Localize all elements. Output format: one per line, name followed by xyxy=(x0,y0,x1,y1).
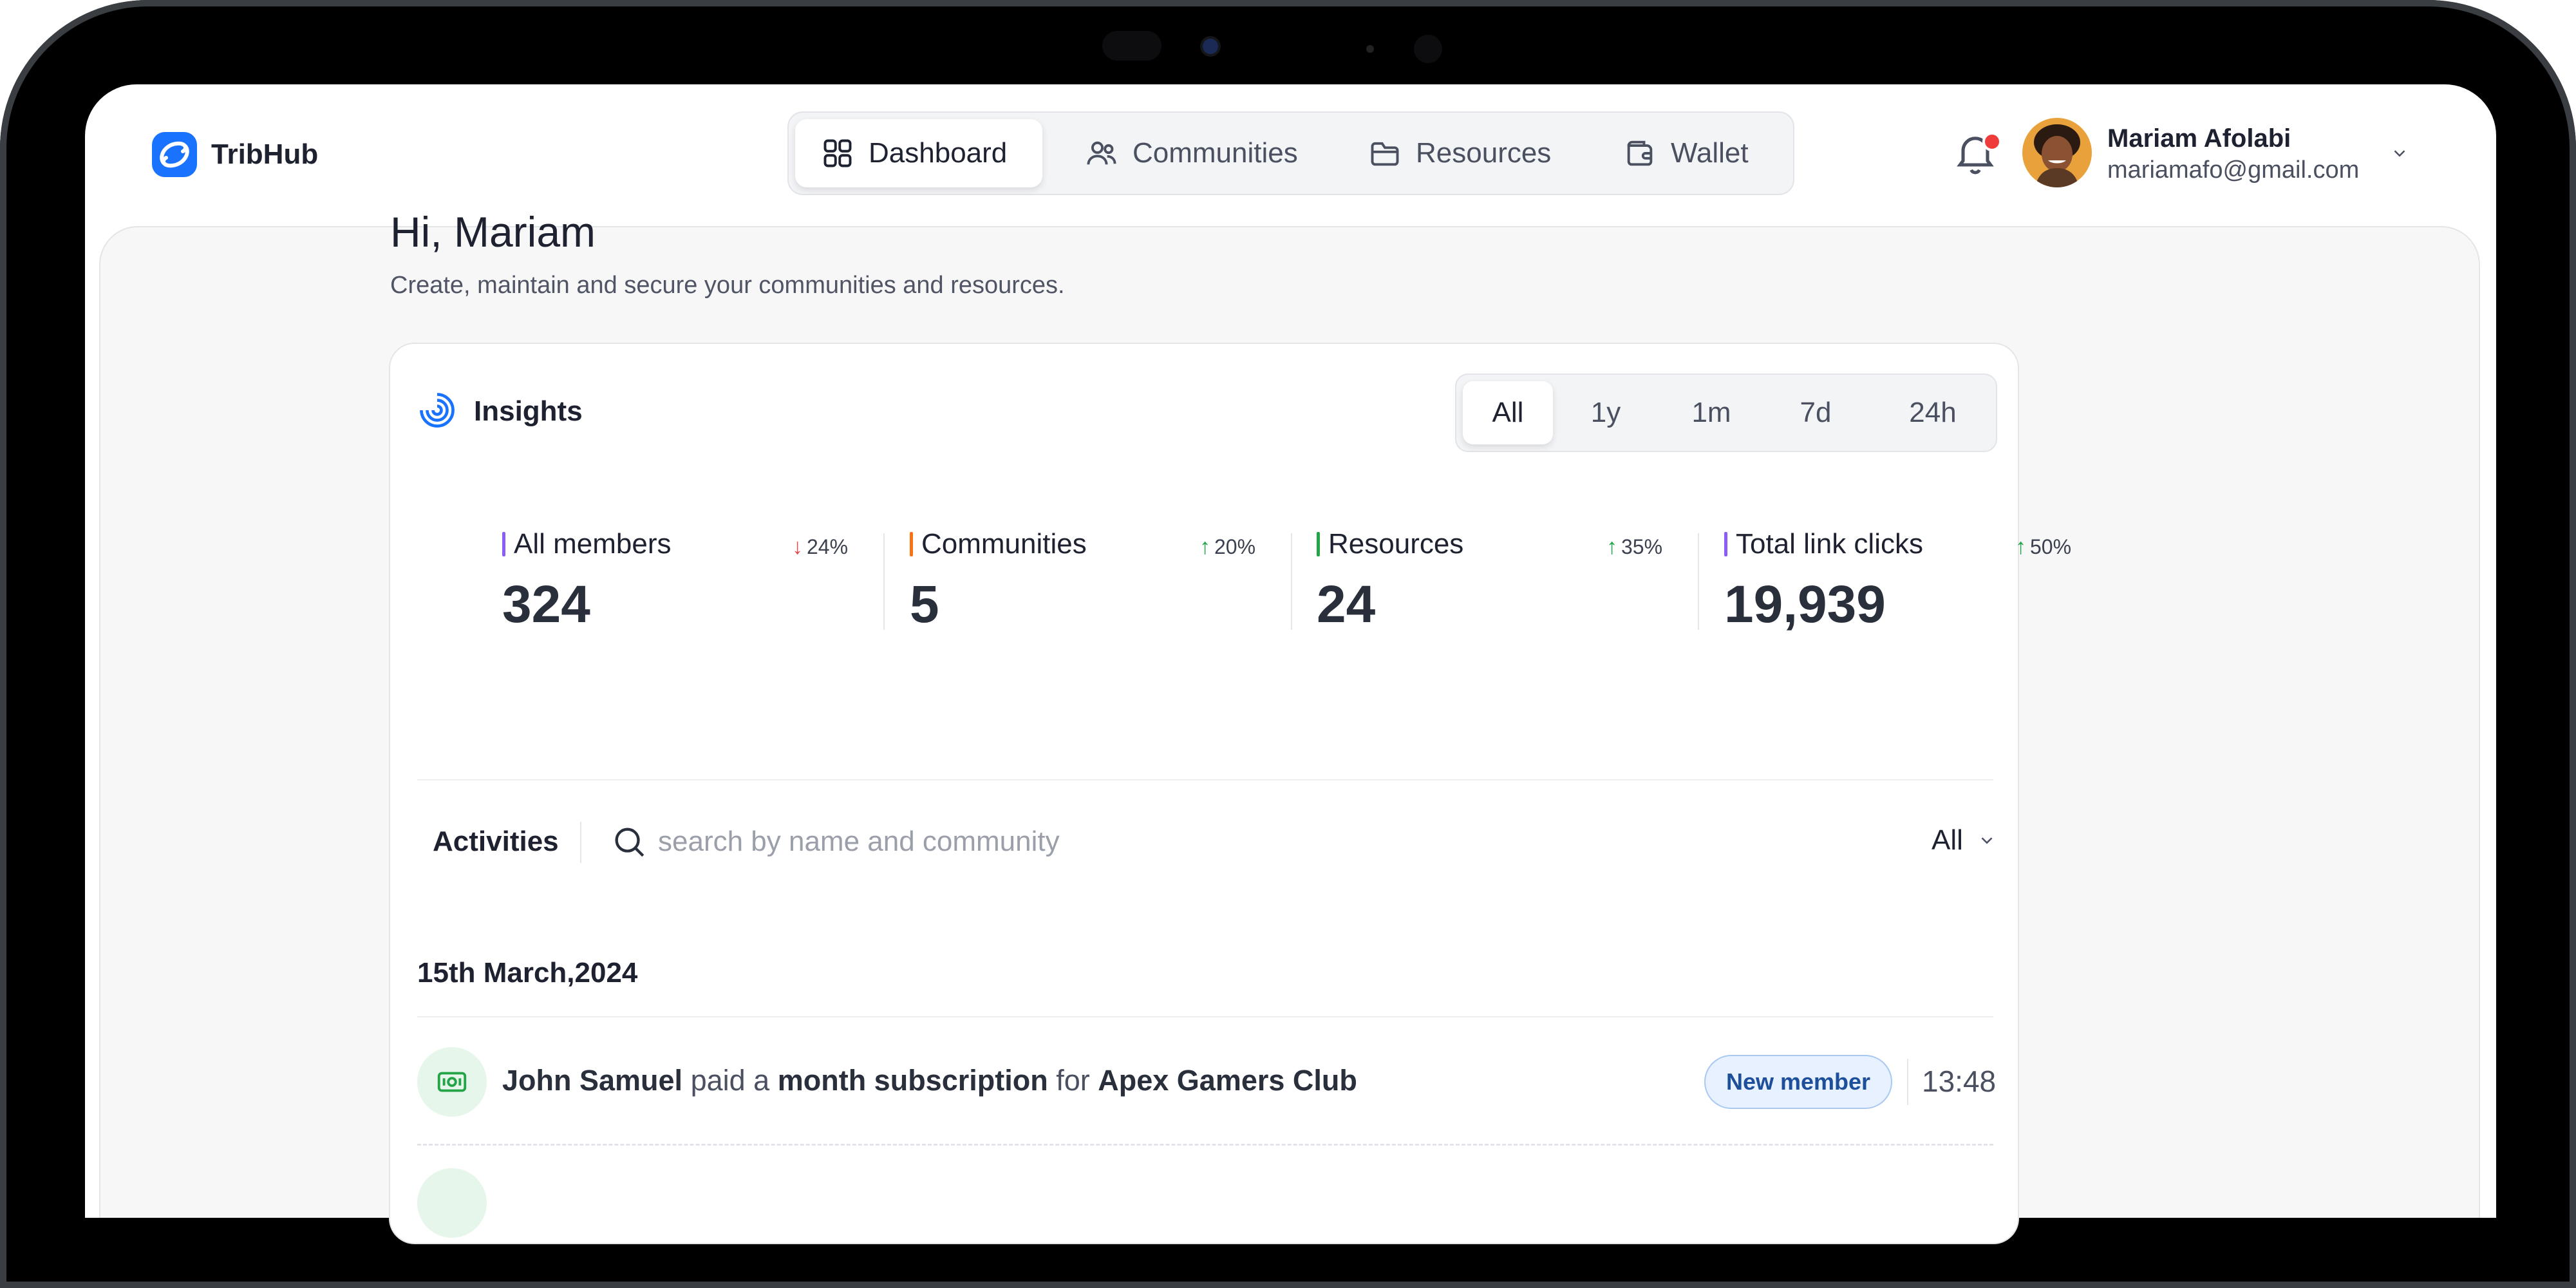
activity-icon xyxy=(417,1047,487,1117)
camera-lens xyxy=(1203,39,1218,54)
range-selector: All 1y 1m 7d 24h xyxy=(1455,374,1997,452)
search-input[interactable] xyxy=(658,819,1688,864)
arrow-up-icon: ↑ xyxy=(2015,535,2026,559)
filter-value: All xyxy=(1932,824,1963,856)
app-logo[interactable]: TribHub xyxy=(152,132,318,177)
chevron-down-icon[interactable] xyxy=(2390,144,2409,163)
range-option-1m[interactable]: 1m xyxy=(1666,381,1756,444)
page-title: Hi, Mariam xyxy=(390,208,596,256)
activity-icon-partial xyxy=(417,1168,487,1238)
user-photo xyxy=(2022,118,2092,187)
activity-time: 13:48 xyxy=(1922,1065,1997,1098)
activities-title: Activities xyxy=(433,826,559,857)
nav-tab-label: Communities xyxy=(1133,137,1298,169)
folder-icon xyxy=(1371,142,1399,166)
wallet-icon xyxy=(1627,140,1653,166)
stat-accent xyxy=(1317,532,1320,556)
stat-divider xyxy=(883,533,885,630)
nav-tab-wallet[interactable]: Wallet xyxy=(1597,119,1791,187)
insights-icon xyxy=(420,393,455,428)
stat-label: Communities xyxy=(921,528,1087,560)
stat-value: 19,939 xyxy=(1724,575,1886,634)
stat-value: 5 xyxy=(910,575,939,634)
nav-tab-dashboard[interactable]: Dashboard xyxy=(795,119,1042,187)
range-option-7d[interactable]: 7d xyxy=(1771,381,1861,444)
stat-change: ↓ 24% xyxy=(792,535,849,559)
range-option-24h[interactable]: 24h xyxy=(1881,381,1984,444)
page-subtitle: Create, maintain and secure your communi… xyxy=(390,272,1065,299)
users-icon xyxy=(1087,141,1116,165)
chevron-down-icon xyxy=(1981,837,1993,844)
stat-accent xyxy=(502,532,505,556)
stat-communities: Communities ↑ 20% 5 xyxy=(910,528,1296,657)
camera-sensor-2 xyxy=(1414,35,1442,63)
nav-tab-label: Wallet xyxy=(1671,137,1749,169)
stat-resources: Resources ↑ 35% 24 xyxy=(1317,528,1703,657)
notification-dot xyxy=(1982,132,2002,151)
arrow-up-icon: ↑ xyxy=(1199,535,1210,559)
app-name: TribHub xyxy=(211,138,319,170)
activity-verb: paid a xyxy=(690,1064,770,1097)
camera-sensor xyxy=(1102,31,1161,61)
toolbar-divider xyxy=(580,822,581,863)
status-badge: New member xyxy=(1704,1055,1892,1109)
activity-filter-dropdown[interactable]: All xyxy=(1932,824,1997,857)
stat-divider xyxy=(1698,533,1699,630)
stat-change: ↑ 20% xyxy=(1199,535,1256,559)
search-icon xyxy=(615,828,644,857)
stat-all-members: All members ↓ 24% 324 xyxy=(502,528,888,657)
row-separator xyxy=(417,1144,1993,1146)
money-icon xyxy=(437,1072,467,1092)
stat-accent xyxy=(910,532,913,556)
insights-card xyxy=(389,343,2019,1244)
activity-preposition: for xyxy=(1056,1064,1090,1097)
nav-tab-label: Resources xyxy=(1416,137,1552,169)
avatar[interactable] xyxy=(2022,118,2092,187)
nav-tab-label: Dashboard xyxy=(869,137,1008,169)
nav-tab-resources[interactable]: Resources xyxy=(1342,119,1586,187)
user-name: Mariam Afolabi xyxy=(2107,124,2291,153)
stat-label: All members xyxy=(514,528,672,560)
user-email: mariamafo@gmail.com xyxy=(2107,156,2360,184)
stat-total-link-clicks: Total link clicks ↑ 50% 19,939 xyxy=(1724,528,2111,657)
stat-label: Total link clicks xyxy=(1736,528,1923,560)
activity-description[interactable]: John Samuel paid a month subscription fo… xyxy=(502,1064,1357,1097)
stat-divider xyxy=(1291,533,1292,630)
stat-value: 324 xyxy=(502,575,590,634)
main-nav: Dashboard Communities Resources Wallet xyxy=(787,111,1794,195)
range-option-1y[interactable]: 1y xyxy=(1561,381,1651,444)
camera-indicator xyxy=(1366,45,1374,53)
activity-actor: John Samuel xyxy=(502,1064,683,1097)
stat-change: ↑ 35% xyxy=(1606,535,1663,559)
grid-icon xyxy=(823,139,852,167)
stat-value: 24 xyxy=(1317,575,1376,634)
stat-accent xyxy=(1724,532,1727,556)
nav-tab-communities[interactable]: Communities xyxy=(1059,119,1330,187)
tribhub-logo-icon xyxy=(152,132,197,177)
stat-change: ↑ 50% xyxy=(2015,535,2072,559)
stat-label: Resources xyxy=(1328,528,1464,560)
activity-object: month subscription xyxy=(777,1064,1048,1097)
arrow-down-icon: ↓ xyxy=(792,535,803,559)
activity-target: Apex Gamers Club xyxy=(1098,1064,1357,1097)
insights-title: Insights xyxy=(474,395,583,427)
range-option-all[interactable]: All xyxy=(1463,381,1553,444)
row-divider xyxy=(1907,1059,1908,1105)
activity-date-heading: 15th March,2024 xyxy=(417,957,638,989)
date-divider xyxy=(417,1016,1993,1018)
section-divider xyxy=(417,779,1993,781)
arrow-up-icon: ↑ xyxy=(1606,535,1617,559)
